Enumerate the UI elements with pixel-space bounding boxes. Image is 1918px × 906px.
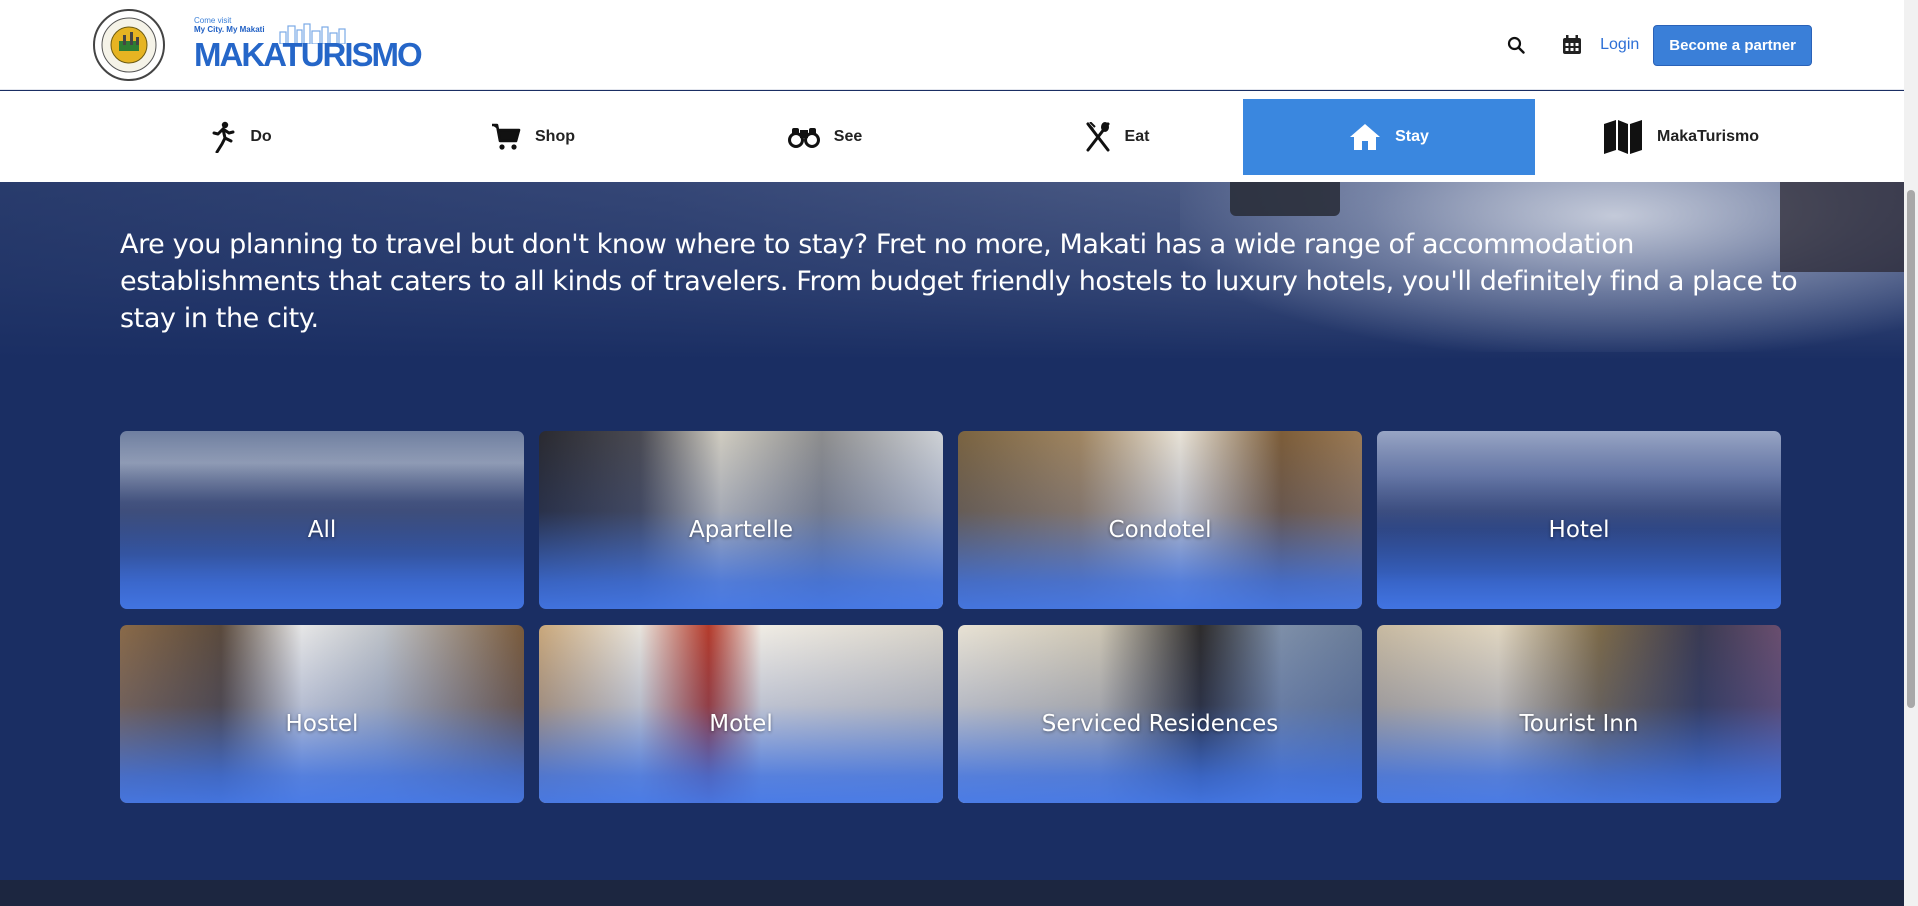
utensils-icon xyxy=(1085,122,1110,152)
become-a-partner-button[interactable]: Become a partner xyxy=(1653,24,1812,66)
page-scrollbar[interactable] xyxy=(1904,0,1918,906)
category-card-all[interactable]: All xyxy=(120,431,524,609)
search-icon[interactable] xyxy=(1502,31,1530,59)
category-label-hostel: Hostel xyxy=(285,711,359,737)
category-label-apartelle: Apartelle xyxy=(689,517,793,543)
home-icon xyxy=(1350,124,1381,150)
category-label-serviced-residences: Serviced Residences xyxy=(1041,711,1279,737)
makati-seal-logo[interactable] xyxy=(92,8,166,82)
scrollbar-thumb[interactable] xyxy=(1907,190,1915,708)
footer-strip xyxy=(0,880,1904,906)
category-card-tourist-inn[interactable]: Tourist Inn xyxy=(1377,625,1781,803)
category-card-apartelle[interactable]: Apartelle xyxy=(539,431,943,609)
nav-item-makaturismo[interactable]: MakaTurismo xyxy=(1535,99,1827,175)
category-label-motel: Motel xyxy=(709,711,773,737)
nav-label-shop: Shop xyxy=(535,128,575,145)
calendar-icon[interactable] xyxy=(1558,31,1586,59)
hero-banner: Are you planning to travel but don't kno… xyxy=(0,182,1904,360)
category-card-hostel[interactable]: Hostel xyxy=(120,625,524,803)
nav-label-stay: Stay xyxy=(1395,128,1429,145)
nav-item-shop[interactable]: Shop xyxy=(387,99,679,175)
category-label-condotel: Condotel xyxy=(1108,517,1212,543)
nav-label-eat: Eat xyxy=(1124,128,1150,145)
category-label-tourist-inn: Tourist Inn xyxy=(1519,711,1639,737)
category-card-condotel[interactable]: Condotel xyxy=(958,431,1362,609)
cart-icon xyxy=(492,123,521,150)
nav-item-do[interactable]: Do xyxy=(95,99,387,175)
hero-intro-text: Are you planning to travel but don't kno… xyxy=(120,229,1798,334)
nav-item-stay[interactable]: Stay xyxy=(1243,99,1535,175)
category-label-all: All xyxy=(307,517,337,543)
binoculars-icon xyxy=(787,128,820,148)
category-card-serviced-residences[interactable]: Serviced Residences xyxy=(958,625,1362,803)
category-nav: Do Shop See Eat Stay MakaTurismo xyxy=(0,91,1904,182)
hero-tray-image xyxy=(1230,182,1340,216)
nav-item-eat[interactable]: Eat xyxy=(971,99,1263,175)
header-actions: Login Become a partner xyxy=(1502,24,1812,66)
map-icon xyxy=(1604,120,1643,154)
site-header: Come visit My City. My Makati MAKATURISM… xyxy=(0,0,1904,90)
running-person-icon xyxy=(212,121,235,153)
login-link[interactable]: Login xyxy=(1600,36,1639,54)
category-card-hotel[interactable]: Hotel xyxy=(1377,431,1781,609)
nav-label-do: Do xyxy=(250,128,272,145)
category-card-motel[interactable]: Motel xyxy=(539,625,943,803)
brand-wordmark: MAKATURISMO xyxy=(194,36,423,73)
category-label-hotel: Hotel xyxy=(1548,517,1610,543)
nav-item-see[interactable]: See xyxy=(679,99,971,175)
nav-label-see: See xyxy=(833,128,863,145)
nav-label-makaturismo: MakaTurismo xyxy=(1657,128,1759,145)
makaturismo-brand-logo[interactable]: Come visit My City. My Makati MAKATURISM… xyxy=(194,16,423,73)
